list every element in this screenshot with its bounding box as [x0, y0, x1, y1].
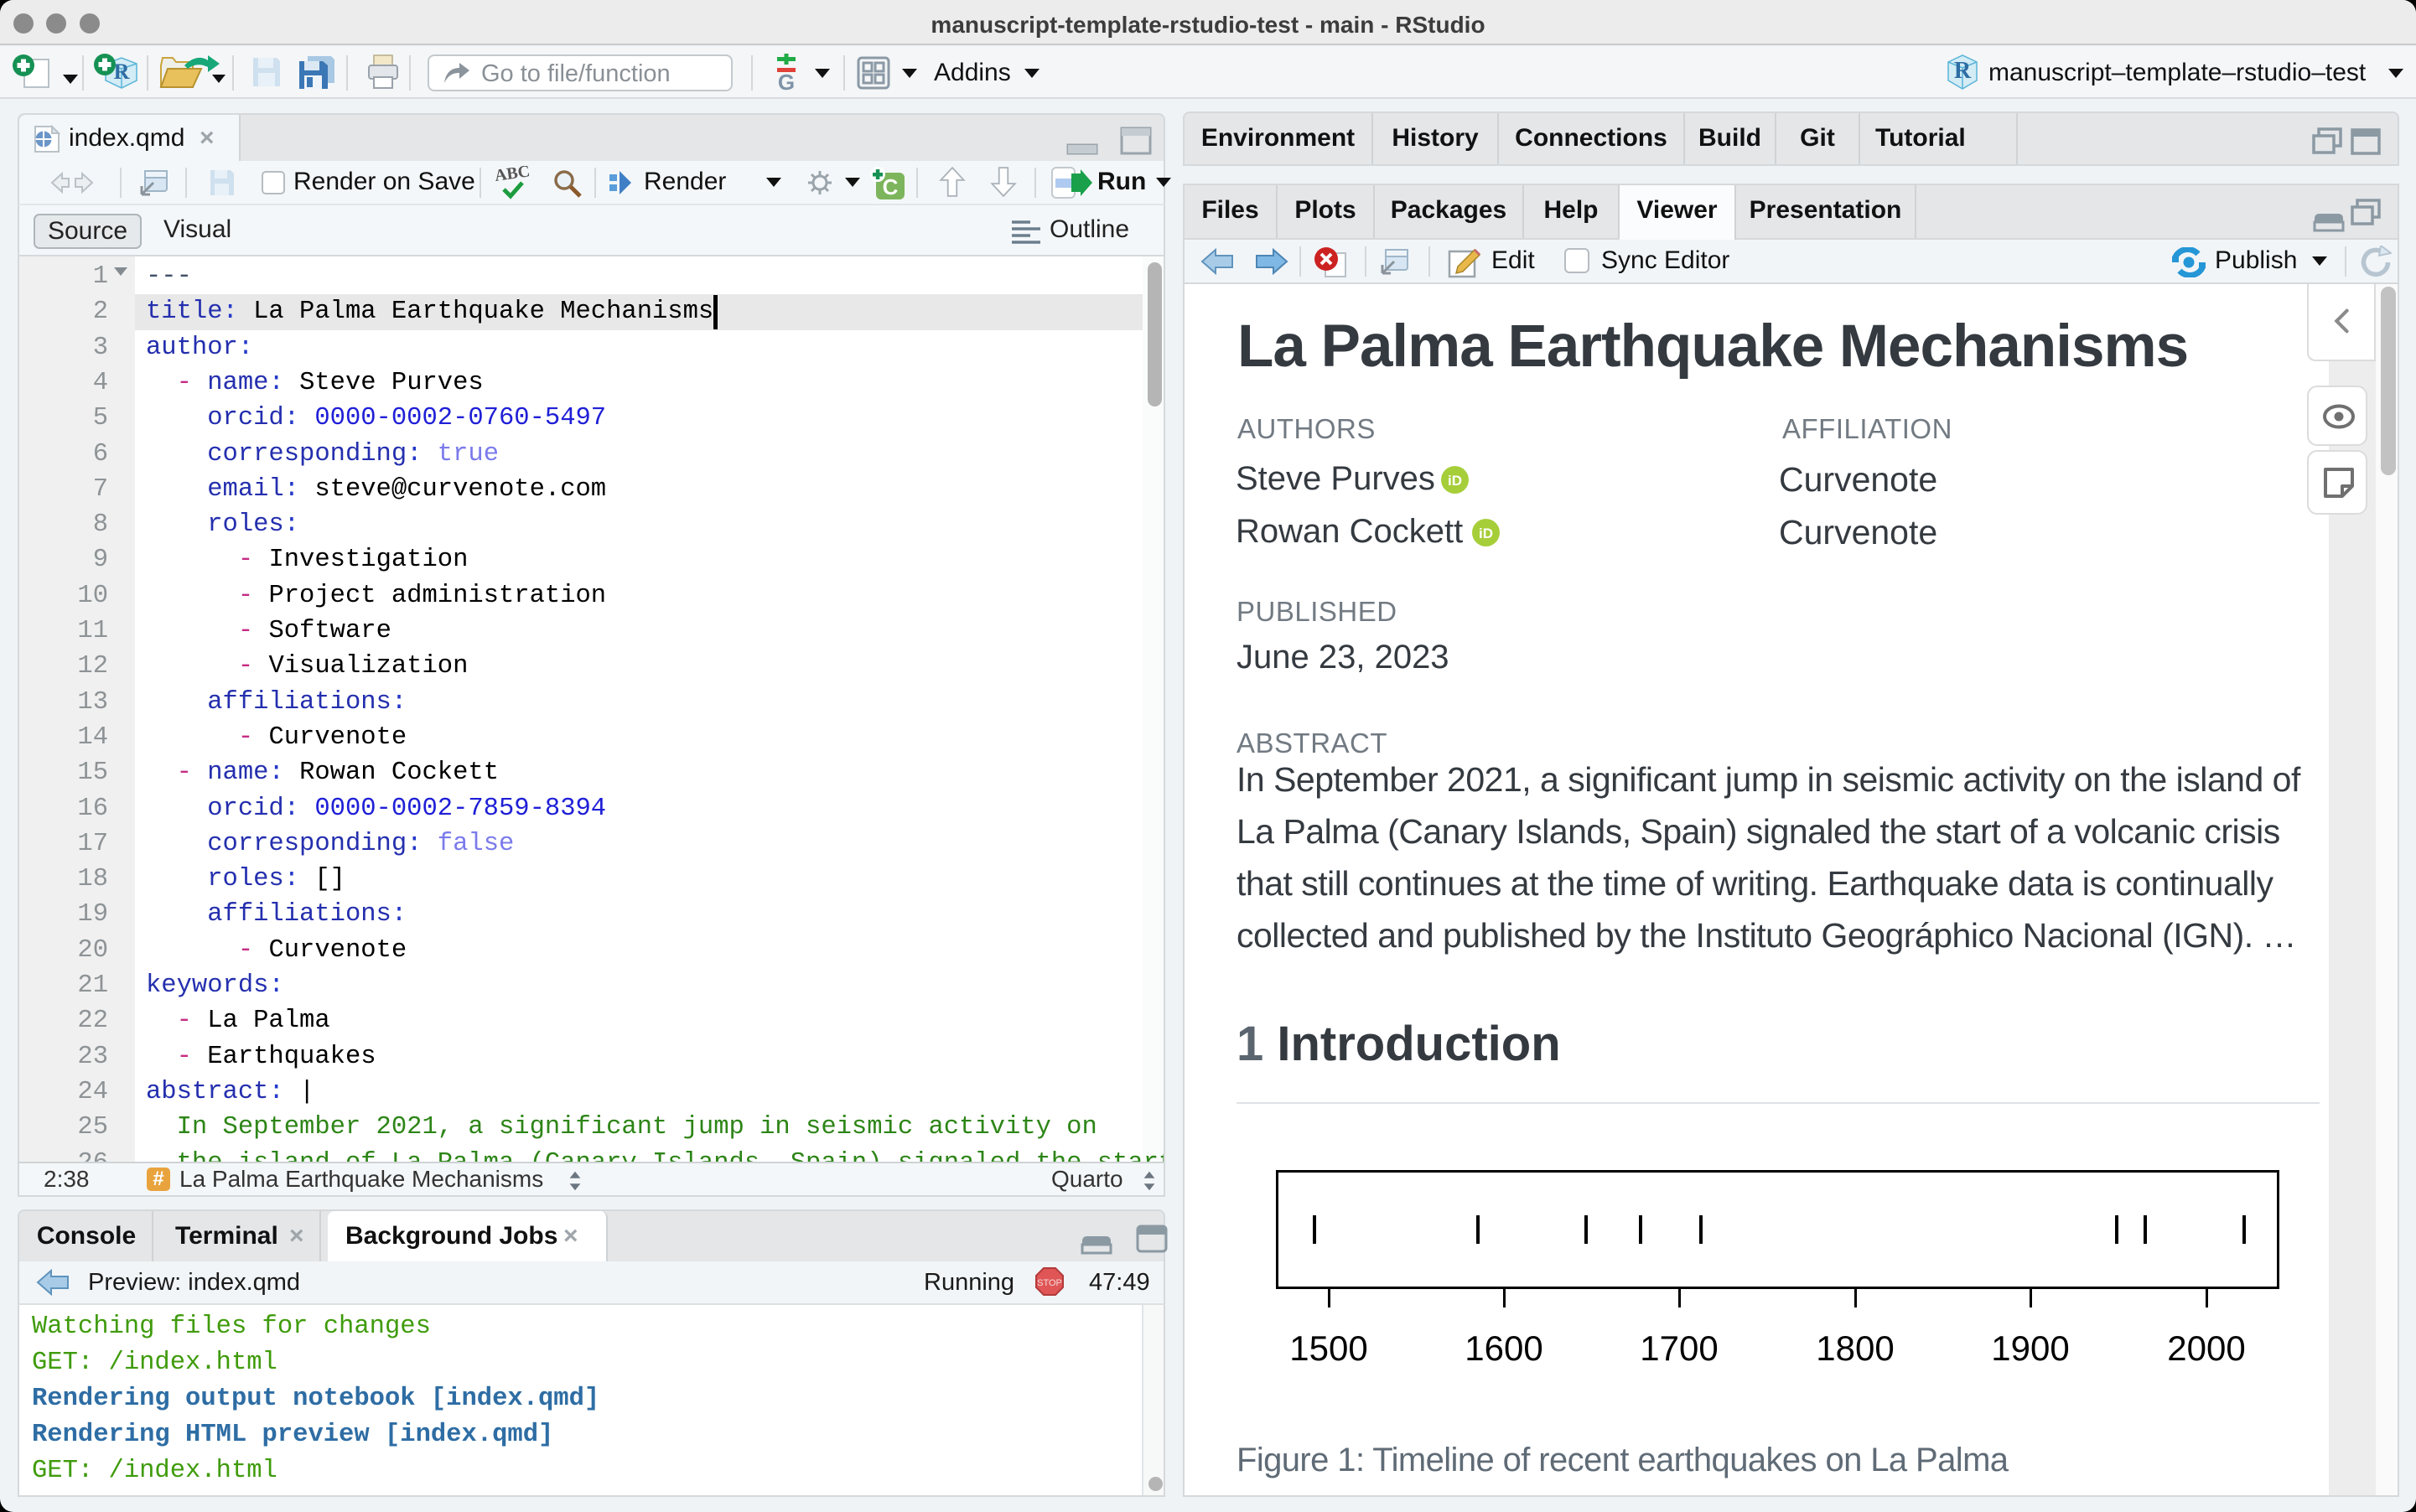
svg-text:G: G: [778, 70, 795, 91]
svg-text:iD: iD: [1479, 526, 1493, 541]
svg-text:iD: iD: [1448, 473, 1462, 489]
svg-text:C: C: [883, 174, 899, 199]
svg-text:ABC: ABC: [494, 166, 531, 185]
svg-text:STOP: STOP: [1037, 1278, 1062, 1288]
svg-text:R: R: [1954, 58, 1972, 84]
svg-text:R: R: [114, 60, 130, 84]
